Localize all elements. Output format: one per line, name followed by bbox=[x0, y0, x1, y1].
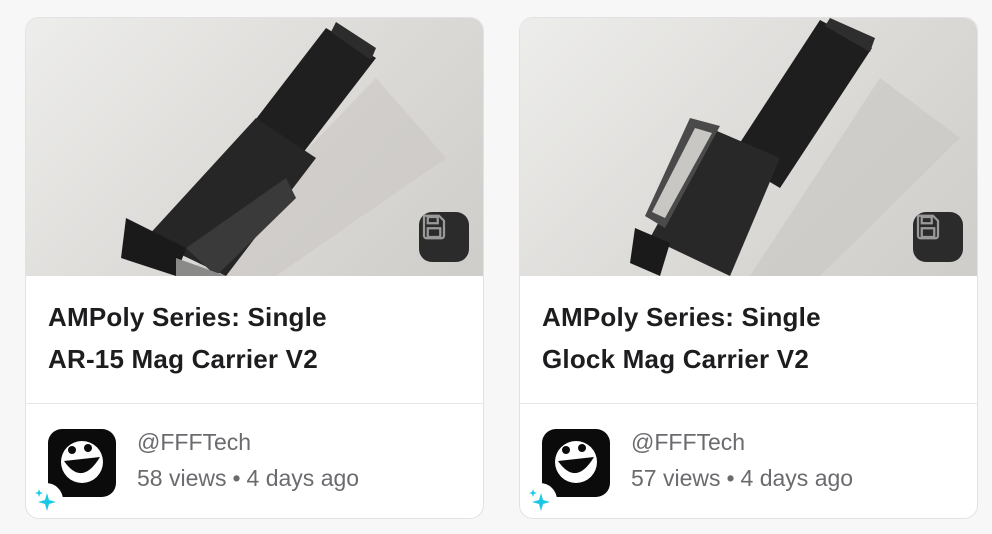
post-age: 4 days ago bbox=[246, 465, 360, 491]
save-button[interactable] bbox=[913, 212, 963, 262]
model-card[interactable]: AMPoly Series: Single Glock Mag Carrier … bbox=[519, 17, 978, 519]
author-handle[interactable]: @FFFTech bbox=[631, 429, 745, 456]
card-meta: 57 views • 4 days ago bbox=[631, 465, 853, 492]
divider bbox=[26, 403, 483, 404]
meta-separator: • bbox=[726, 465, 735, 491]
model-title[interactable]: AMPoly Series: Single Glock Mag Carrier … bbox=[542, 296, 952, 380]
model-card[interactable]: AMPoly Series: Single AR-15 Mag Carrier … bbox=[25, 17, 484, 519]
model-title[interactable]: AMPoly Series: Single AR-15 Mag Carrier … bbox=[48, 296, 458, 380]
view-count: 58 views bbox=[137, 465, 227, 491]
save-button[interactable] bbox=[419, 212, 469, 262]
sparkle-icon bbox=[35, 489, 56, 511]
sparkle-badge bbox=[29, 483, 63, 517]
author-handle[interactable]: @FFFTech bbox=[137, 429, 251, 456]
ar15-mag-carrier-photo bbox=[121, 22, 446, 276]
title-line: AMPoly Series: Single bbox=[542, 302, 821, 332]
glock-mag-carrier-photo bbox=[630, 18, 960, 276]
model-thumbnail[interactable] bbox=[520, 18, 977, 276]
post-age: 4 days ago bbox=[740, 465, 854, 491]
meta-separator: • bbox=[232, 465, 241, 491]
sparkle-icon bbox=[529, 489, 550, 511]
divider bbox=[520, 403, 977, 404]
view-count: 57 views bbox=[631, 465, 721, 491]
title-line: AR-15 Mag Carrier V2 bbox=[48, 344, 318, 374]
save-icon bbox=[916, 214, 940, 240]
title-line: Glock Mag Carrier V2 bbox=[542, 344, 809, 374]
card-meta: 58 views • 4 days ago bbox=[137, 465, 359, 492]
save-icon bbox=[422, 214, 446, 240]
title-line: AMPoly Series: Single bbox=[48, 302, 327, 332]
model-thumbnail[interactable] bbox=[26, 18, 483, 276]
sparkle-badge bbox=[523, 483, 557, 517]
